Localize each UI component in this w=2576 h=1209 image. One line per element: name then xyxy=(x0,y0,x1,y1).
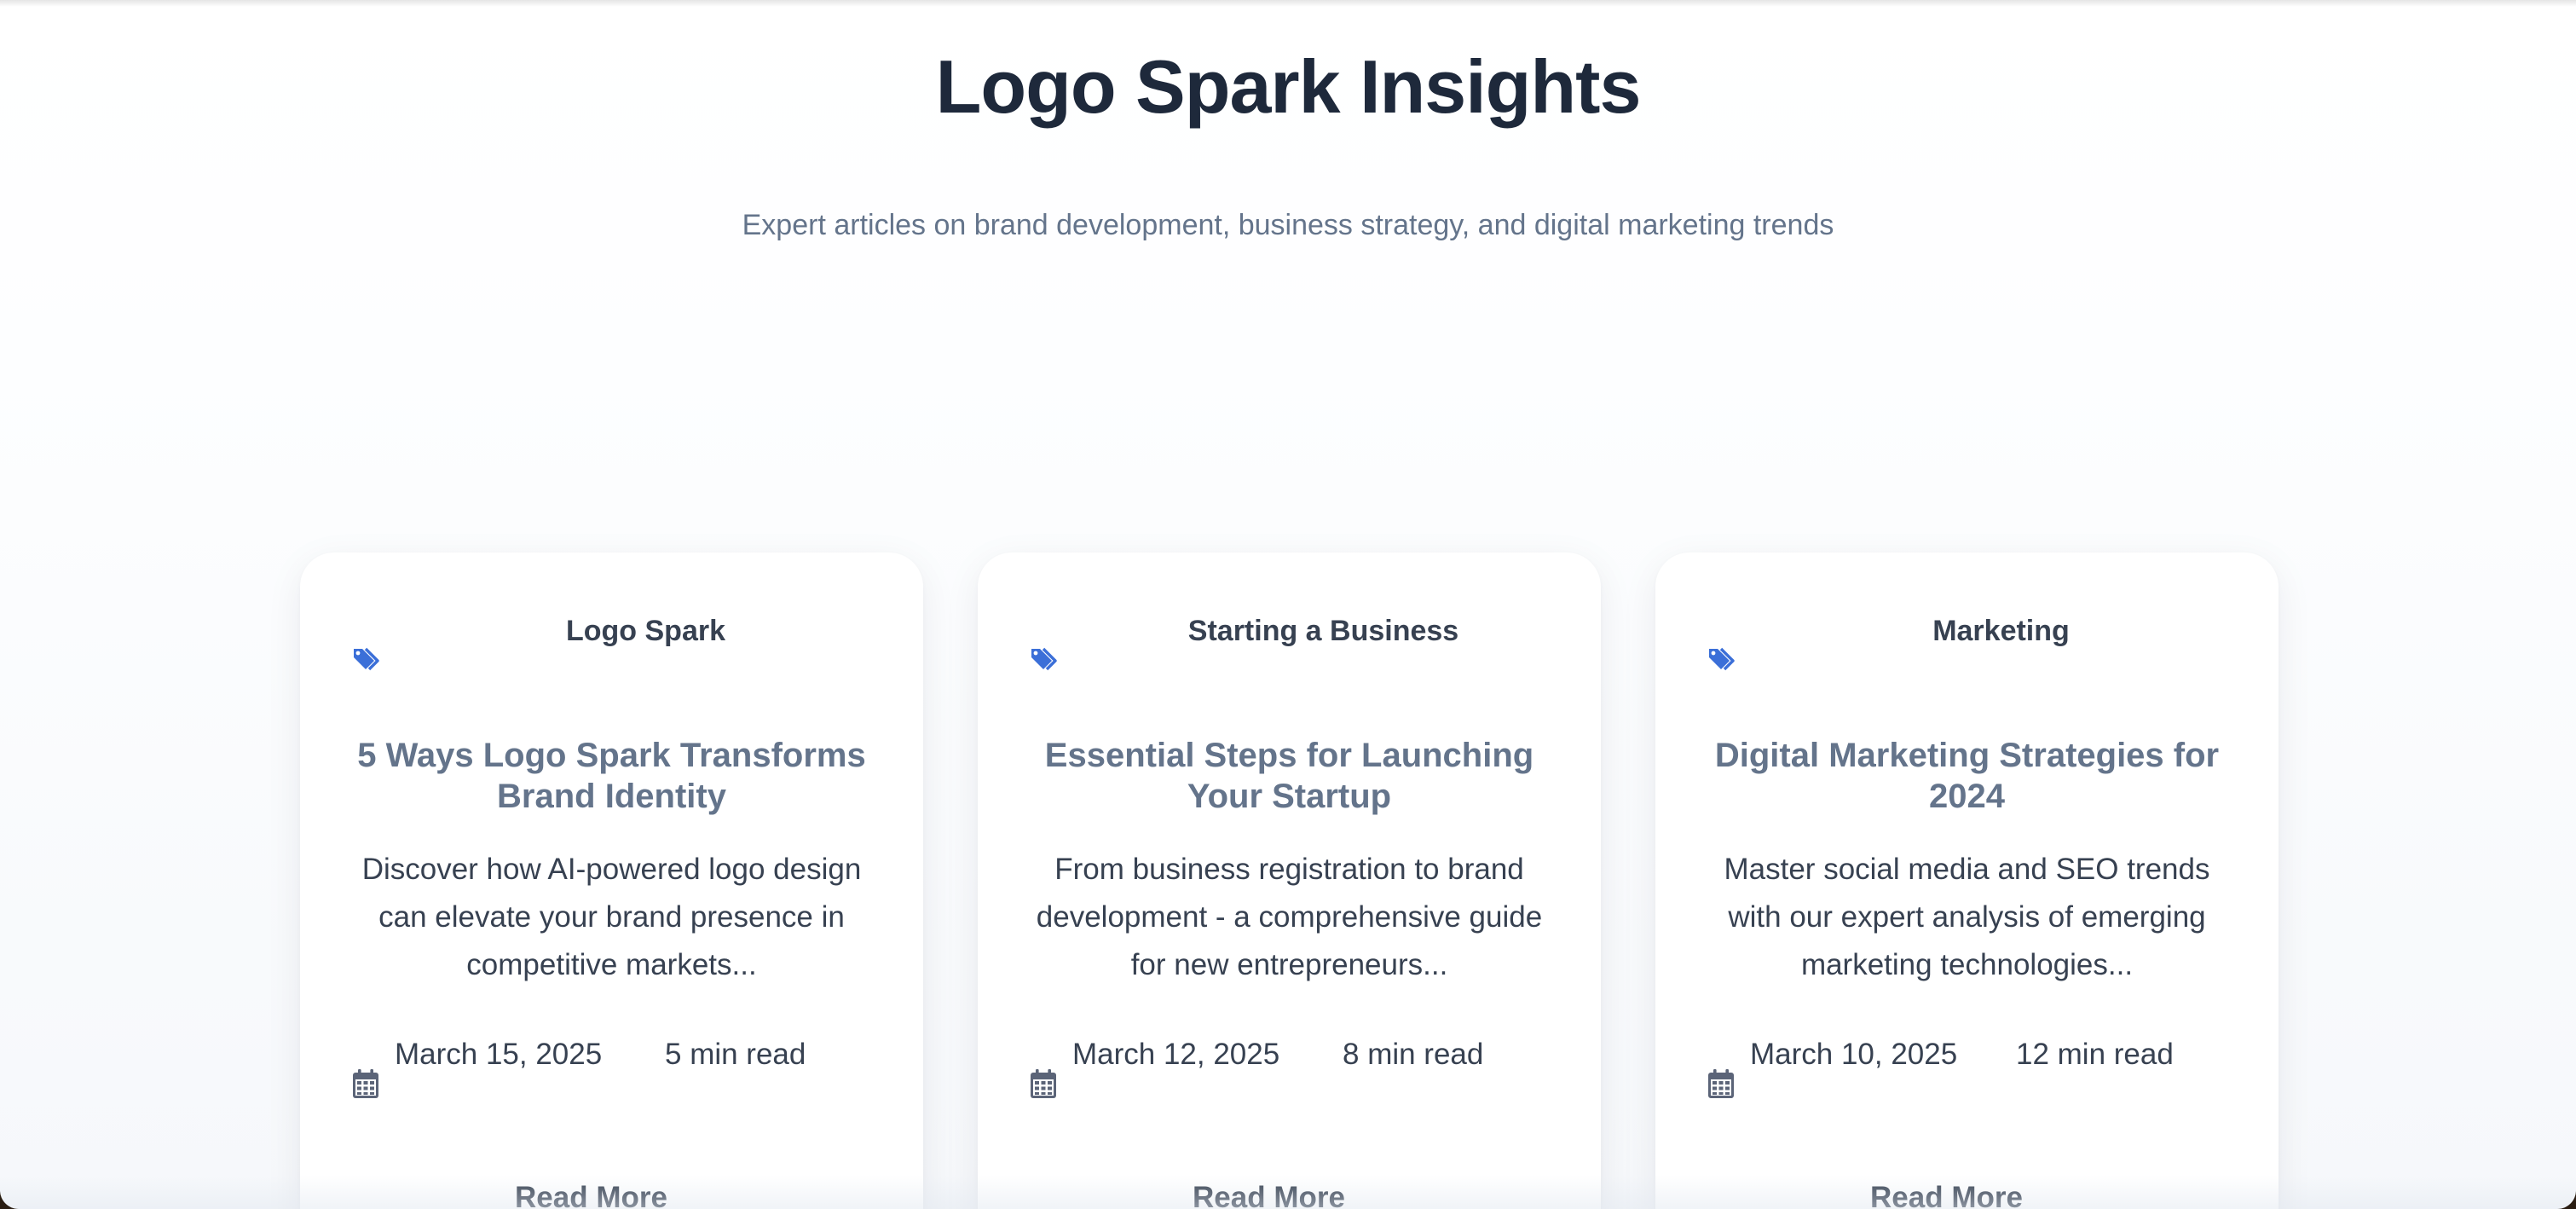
category-label: Starting a Business xyxy=(1187,615,1459,647)
calendar-icon xyxy=(1031,1069,1056,1098)
article-meta: March 15, 2025 5 min read xyxy=(300,1035,923,1103)
category-label: Logo Spark xyxy=(565,615,726,647)
article-title[interactable]: Digital Marketing Strategies for 2024 xyxy=(1689,735,2244,817)
article-card: Logo Spark 5 Ways Logo Spark Transforms … xyxy=(300,552,923,1209)
calendar-icon xyxy=(353,1069,378,1098)
category-row: Starting a Business xyxy=(978,607,1601,675)
category-label: Marketing xyxy=(1932,615,2070,647)
article-excerpt: Discover how AI-powered logo design can … xyxy=(361,853,862,981)
blog-header: Logo Spark Insights Expert articles on b… xyxy=(0,34,2576,244)
article-meta: March 10, 2025 12 min read xyxy=(1655,1035,2279,1103)
top-shadow xyxy=(0,0,2576,7)
read-more-link[interactable]: Read More xyxy=(957,1178,1580,1209)
read-time: 12 min read xyxy=(2016,1038,2174,1071)
page-title: Logo Spark Insights xyxy=(935,44,1642,129)
browser-viewport: Logo Spark Insights Expert articles on b… xyxy=(0,0,2576,1209)
publish-date: March 10, 2025 xyxy=(1750,1038,1958,1071)
article-card: Starting a Business Essential Steps for … xyxy=(978,552,1601,1209)
read-time: 5 min read xyxy=(665,1038,806,1071)
publish-date: March 12, 2025 xyxy=(1072,1038,1280,1071)
read-more-link[interactable]: Read More xyxy=(280,1178,903,1209)
article-excerpt: Master social media and SEO trends with … xyxy=(1724,853,2210,981)
article-excerpt: From business registration to brand deve… xyxy=(1036,853,1543,981)
article-title[interactable]: Essential Steps for Launching Your Start… xyxy=(1012,735,1567,817)
article-title[interactable]: 5 Ways Logo Spark Transforms Brand Ident… xyxy=(334,735,889,817)
read-time: 8 min read xyxy=(1343,1038,1484,1071)
read-more-link[interactable]: Read More xyxy=(1635,1178,2258,1209)
article-card-grid: Logo Spark 5 Ways Logo Spark Transforms … xyxy=(300,552,2279,1209)
category-row: Marketing xyxy=(1655,607,2279,675)
calendar-icon xyxy=(1708,1069,1734,1098)
publish-date: March 15, 2025 xyxy=(395,1038,603,1071)
category-row: Logo Spark xyxy=(300,607,923,675)
page-subtitle: Expert articles on brand development, bu… xyxy=(742,209,1834,241)
article-card: Marketing Digital Marketing Strategies f… xyxy=(1655,552,2279,1209)
article-meta: March 12, 2025 8 min read xyxy=(978,1035,1601,1103)
